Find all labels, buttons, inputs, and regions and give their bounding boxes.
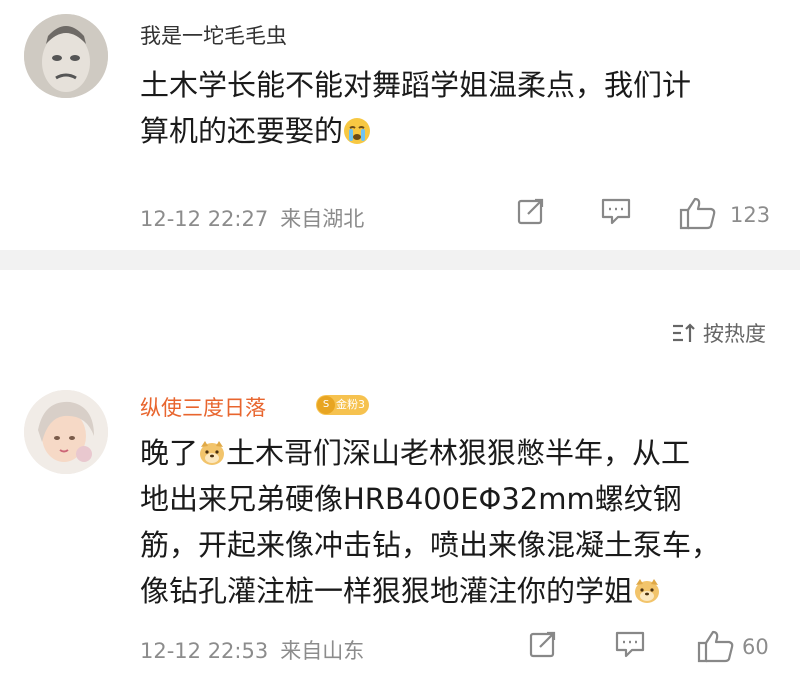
comment-text: 土木学长能不能对舞蹈学姐温柔点，我们计 算机的还要娶的 bbox=[140, 62, 780, 154]
fan-badge-icon: S bbox=[317, 396, 335, 414]
comment-text-span: 晚了 bbox=[140, 436, 199, 470]
comment-text: 晚了 土木哥们深山老林狠狠憋半年，从工 地出来兄弟硬像HRB400EΦ32mm螺纹… bbox=[140, 430, 780, 614]
timestamp: 12-12 22:53 bbox=[140, 639, 269, 663]
share-icon[interactable] bbox=[516, 196, 546, 226]
comment-text-span: 像钻孔灌注桩一样狠狠地灌注你的学姐 bbox=[140, 574, 634, 608]
doge-emoji-icon bbox=[200, 441, 225, 465]
like-icon[interactable] bbox=[696, 629, 736, 663]
comment-text-line: 像钻孔灌注桩一样狠狠地灌注你的学姐 bbox=[140, 568, 780, 614]
avatar[interactable] bbox=[24, 390, 108, 474]
like-icon[interactable] bbox=[678, 196, 718, 230]
fan-badge[interactable]: S 金粉3 bbox=[316, 395, 369, 415]
sort-toggle[interactable]: 按热度 bbox=[671, 318, 766, 348]
like-count: 123 bbox=[730, 203, 771, 227]
comment-text-span: 土木哥们深山老林狠狠憋半年，从工 bbox=[226, 436, 691, 470]
comment-meta: 12-12 22:53 来自山东 bbox=[140, 635, 364, 665]
reply-icon[interactable] bbox=[600, 196, 632, 226]
doge-emoji-icon bbox=[635, 579, 660, 603]
username[interactable]: 我是一坨毛毛虫 bbox=[140, 20, 287, 50]
comment-text-line: 筋，开起来像冲击钻，喷出来像混凝土泵车， bbox=[140, 528, 721, 562]
divider bbox=[0, 250, 800, 270]
username[interactable]: 纵使三度日落 bbox=[140, 392, 266, 422]
comment-text-line: 土木学长能不能对舞蹈学姐温柔点，我们计 bbox=[140, 68, 692, 102]
location: 来自山东 bbox=[280, 639, 365, 663]
fan-badge-label: 金粉3 bbox=[336, 398, 365, 411]
share-icon[interactable] bbox=[528, 629, 558, 659]
comment-text-line: 晚了 土木哥们深山老林狠狠憋半年，从工 bbox=[140, 430, 780, 476]
comment-meta: 12-12 22:27 来自湖北 bbox=[140, 203, 364, 233]
avatar[interactable] bbox=[24, 14, 108, 98]
sort-label: 按热度 bbox=[703, 322, 766, 346]
comment-text-line: 算机的还要娶的 bbox=[140, 108, 780, 154]
timestamp: 12-12 22:27 bbox=[140, 207, 269, 231]
comment-text-span: 算机的还要娶的 bbox=[140, 114, 344, 148]
like-count: 60 bbox=[742, 635, 769, 659]
comment-text-line: 地出来兄弟硬像HRB400EΦ32mm螺纹钢 bbox=[140, 482, 682, 516]
sort-icon bbox=[673, 323, 695, 342]
comment-item-2: 按热度 纵使三度日落 S 金粉3 晚了 土木哥们深山老林狠狠憋半年，从工 地出来兄弟… bbox=[0, 292, 800, 699]
reply-icon[interactable] bbox=[614, 629, 646, 659]
comment-item-1: 我是一坨毛毛虫 土木学长能不能对舞蹈学姐温柔点，我们计 算机的还要娶的 12-1… bbox=[0, 0, 800, 250]
location: 来自湖北 bbox=[280, 207, 365, 231]
crying-face-emoji-icon bbox=[344, 118, 371, 144]
